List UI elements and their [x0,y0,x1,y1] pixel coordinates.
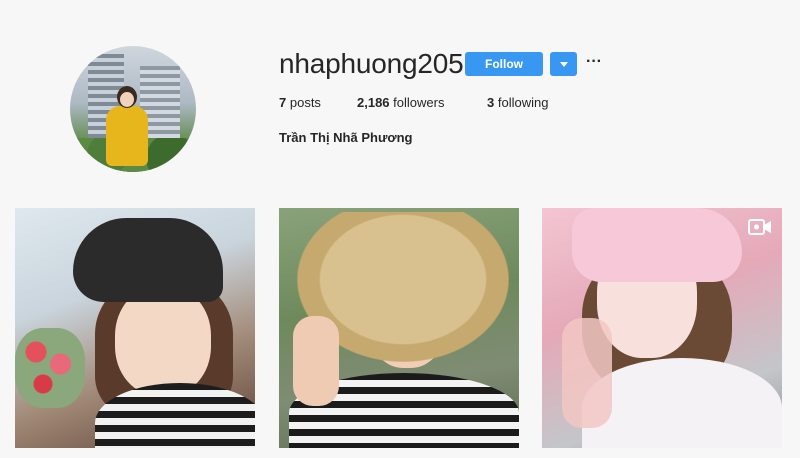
post-image-hand [562,318,612,428]
following-label: following [497,95,549,110]
more-options-button[interactable]: ··· [586,52,602,76]
following-stat[interactable]: 3 following [487,95,548,110]
following-count: 3 [487,95,495,110]
posts-stat: 7 posts [279,95,321,110]
post-image-face [115,286,211,396]
suggestions-dropdown-button[interactable] [550,52,577,76]
profile-avatar[interactable] [70,46,196,172]
posts-label: posts [289,95,321,110]
followers-label: followers [393,95,445,110]
followers-stat[interactable]: 2,186 followers [357,95,444,110]
post-thumbnail[interactable] [15,208,255,448]
avatar-person [104,86,150,166]
chevron-down-icon [560,62,568,67]
ellipsis-icon: ··· [586,53,602,70]
posts-count: 7 [279,95,287,110]
followers-count: 2,186 [357,95,390,110]
post-image-flowers [15,328,85,408]
video-camera-icon [748,219,771,235]
post-thumbnail[interactable] [542,208,782,448]
profile-username: nhaphuong205 [279,48,464,79]
post-image-bow [572,208,742,282]
post-image-cap [73,218,223,302]
profile-full-name: Trần Thị Nhã Phương [279,130,413,145]
follow-button[interactable]: Follow [465,52,543,76]
post-image-shirt [582,358,782,448]
post-image-hand [293,316,339,406]
post-thumbnail[interactable] [279,208,519,448]
